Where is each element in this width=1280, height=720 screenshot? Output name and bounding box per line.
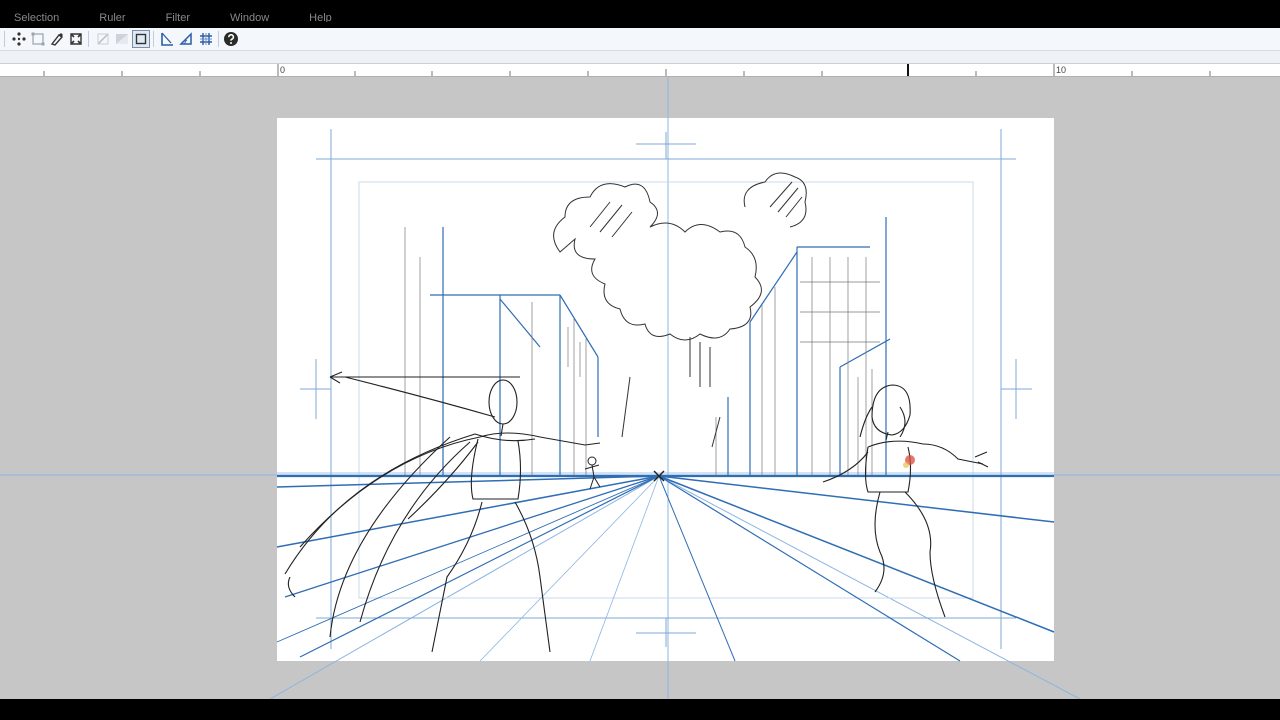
grid-snap-icon — [200, 33, 212, 45]
ruler-disabled-icon — [97, 33, 109, 45]
ruler-button[interactable] — [94, 30, 112, 48]
sketch-drawing — [0, 77, 1280, 699]
crop-marks — [300, 129, 1032, 649]
options-strip — [0, 51, 1280, 64]
grid-snap-button[interactable] — [197, 30, 215, 48]
selection-move-icon — [12, 32, 26, 46]
toolbar-separator — [88, 31, 89, 47]
pen-tool-button[interactable] — [48, 30, 66, 48]
buildings — [430, 217, 891, 475]
ruler-label-ten: 10 — [1056, 65, 1067, 75]
pen-tool-icon — [50, 33, 64, 46]
gradient-button[interactable] — [113, 30, 131, 48]
gradient-disabled-icon — [116, 34, 128, 44]
bottom-letterbox — [0, 699, 1280, 720]
toolbar-grip — [4, 31, 5, 47]
menu-item-help[interactable]: Help — [309, 12, 332, 22]
guide-lines — [0, 77, 1280, 699]
transform-button[interactable] — [29, 30, 47, 48]
selection-move-button[interactable] — [10, 30, 28, 48]
clouds — [553, 172, 807, 448]
horizontal-ruler[interactable]: 0 10 — [0, 64, 1280, 77]
canvas-workspace[interactable] — [0, 77, 1280, 699]
toolbar-separator — [218, 31, 219, 47]
ruler-label-zero: 0 — [280, 65, 286, 75]
help-button[interactable] — [222, 30, 240, 48]
help-icon — [224, 32, 238, 46]
menu-bar: Selection Ruler Filter Window Help — [0, 0, 1280, 22]
menu-item-ruler[interactable]: Ruler — [99, 12, 125, 22]
free-transform-button[interactable] — [67, 30, 85, 48]
frame-select-icon — [135, 33, 147, 45]
menu-item-selection[interactable]: Selection — [14, 12, 59, 22]
menu-item-filter[interactable]: Filter — [166, 12, 190, 22]
tool-bar — [0, 28, 1280, 51]
ruler-ticks — [43, 64, 1211, 76]
perspective-ruler-icon — [161, 32, 173, 46]
transform-icon — [31, 32, 45, 46]
toolbar-separator — [153, 31, 154, 47]
menu-item-window[interactable]: Window — [230, 12, 269, 22]
angle-ruler-button[interactable] — [177, 30, 195, 48]
frame-select-button[interactable] — [132, 30, 150, 48]
free-transform-icon — [70, 33, 82, 45]
perspective-ruler-button[interactable] — [158, 30, 176, 48]
angle-ruler-icon — [179, 32, 192, 45]
